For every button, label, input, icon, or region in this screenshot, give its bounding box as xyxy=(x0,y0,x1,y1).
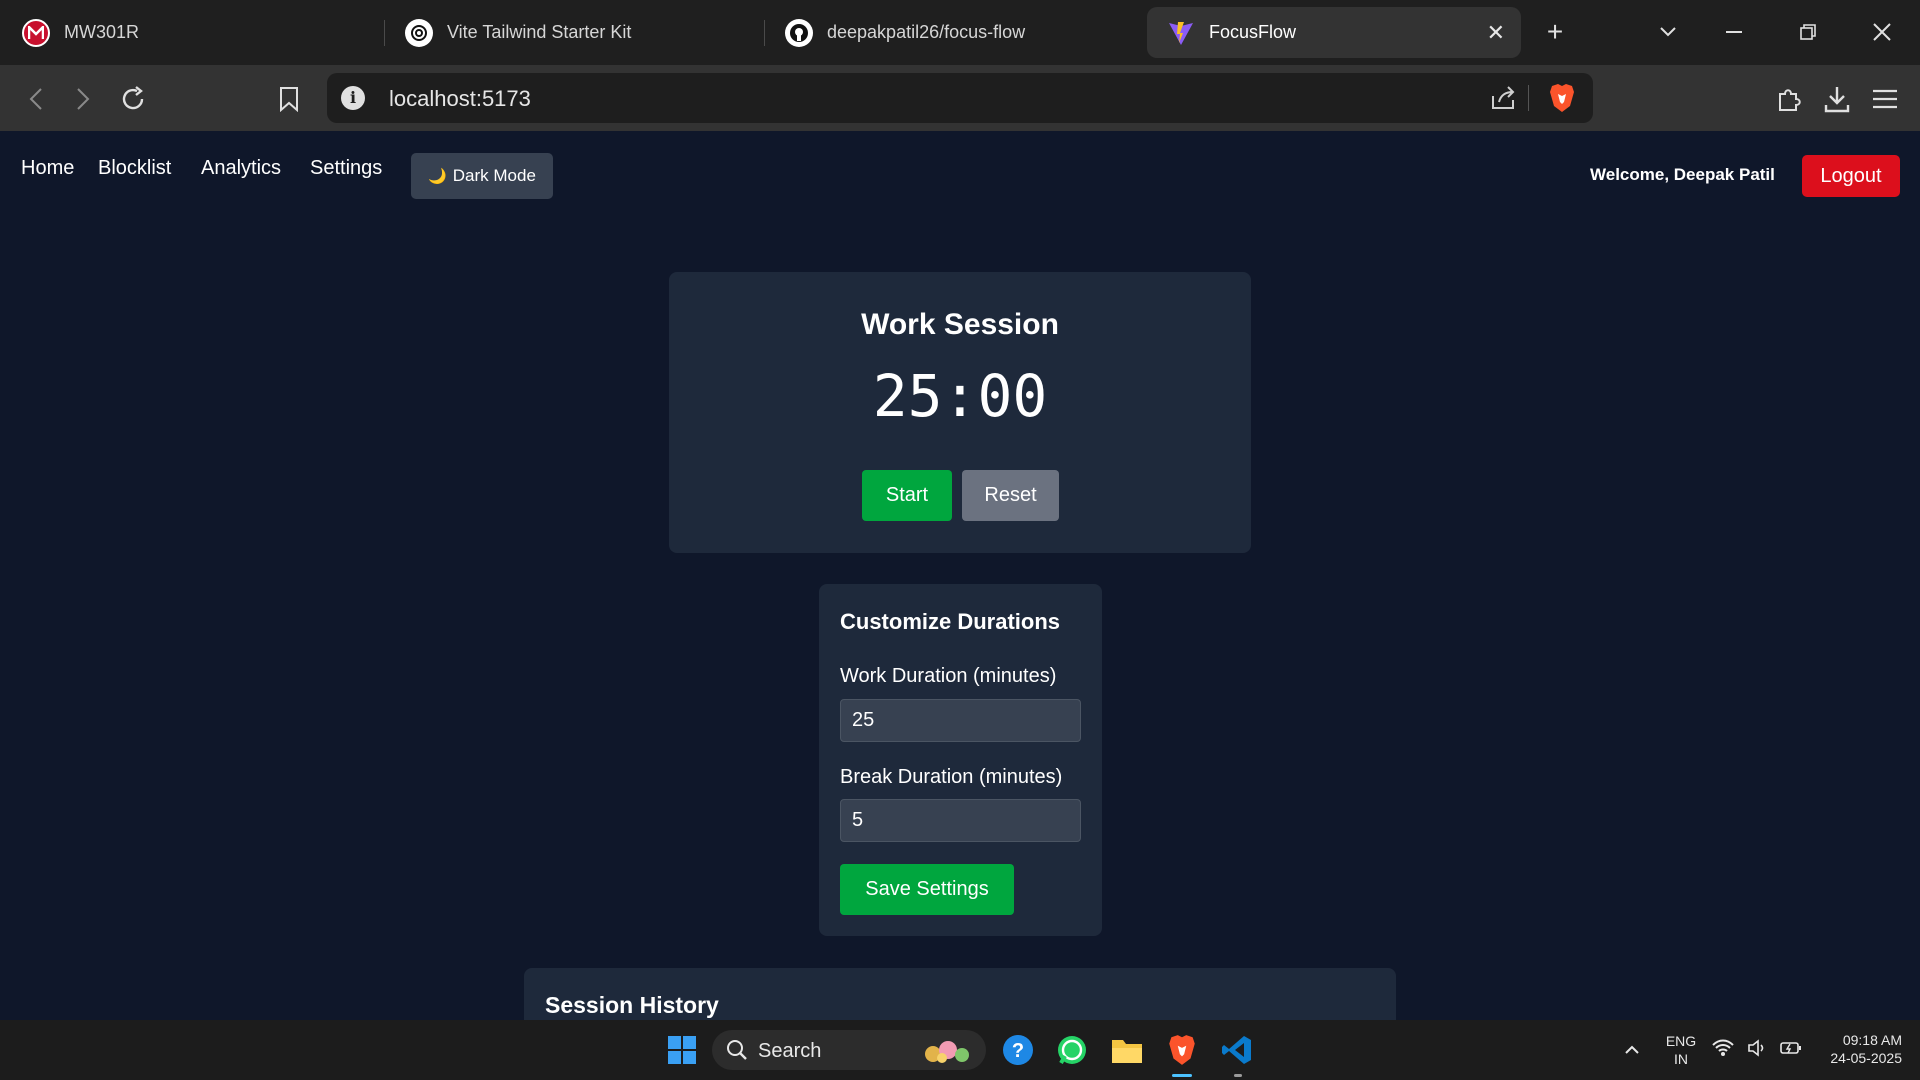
nav-analytics[interactable]: Analytics xyxy=(201,157,281,180)
moon-icon: 🌙 xyxy=(428,168,447,185)
svg-text:?: ? xyxy=(1012,1040,1024,1062)
divider xyxy=(1528,85,1529,111)
work-duration-label: Work Duration (minutes) xyxy=(840,665,1057,687)
nav-blocklist[interactable]: Blocklist xyxy=(98,157,171,180)
download-icon[interactable] xyxy=(1821,83,1853,115)
site-info-icon[interactable]: i xyxy=(341,86,365,110)
work-session-card: Work Session 25:00 Start Reset xyxy=(669,272,1251,553)
chevron-down-icon[interactable] xyxy=(1648,14,1688,50)
welcome-message: Welcome, Deepak Patil xyxy=(1590,165,1775,184)
close-tab-icon[interactable]: ✕ xyxy=(1487,20,1505,46)
region-code: IN xyxy=(1674,1051,1688,1067)
browser-tab-strip: MW301R Vite Tailwind Starter Kit deepakp… xyxy=(0,0,1920,65)
extensions-icon[interactable] xyxy=(1773,83,1805,115)
clock-date: 24-05-2025 xyxy=(1830,1050,1902,1066)
brave-browser-icon[interactable] xyxy=(1164,1032,1200,1068)
work-duration-input[interactable] xyxy=(840,699,1081,742)
whatsapp-icon[interactable] xyxy=(1054,1032,1090,1068)
clock-time: 09:18 AM xyxy=(1842,1032,1902,1048)
bookmark-icon[interactable] xyxy=(273,83,305,115)
close-window-icon[interactable] xyxy=(1862,14,1902,50)
brave-shields-icon[interactable] xyxy=(1548,82,1576,119)
tab-mw301r[interactable]: MW301R xyxy=(2,7,382,58)
tab-label: FocusFlow xyxy=(1209,22,1297,42)
durations-title: Customize Durations xyxy=(840,609,1061,634)
reload-icon[interactable] xyxy=(117,83,149,115)
running-app-indicator xyxy=(1234,1074,1242,1077)
app-navbar: Home Blocklist Analytics Settings 🌙 Dark… xyxy=(0,131,1920,221)
language-code: ENG xyxy=(1665,1033,1697,1049)
github-icon xyxy=(785,18,813,47)
vite-icon xyxy=(1167,19,1195,47)
start-button[interactable]: Start xyxy=(862,470,952,521)
active-app-indicator xyxy=(1172,1074,1192,1077)
tab-github-focus-flow[interactable]: deepakpatil26/focus-flow xyxy=(765,7,1145,58)
tab-vite-tailwind[interactable]: Vite Tailwind Starter Kit xyxy=(385,7,765,58)
break-duration-label: Break Duration (minutes) xyxy=(840,766,1063,788)
customize-durations-card: Customize Durations Work Duration (minut… xyxy=(819,584,1102,936)
tab-label: Vite Tailwind Starter Kit xyxy=(447,22,632,42)
windows-start-icon[interactable] xyxy=(664,1032,700,1068)
volume-icon xyxy=(1747,1038,1767,1062)
nav-settings[interactable]: Settings xyxy=(310,157,382,180)
os-taskbar: Search ? ENG IN 09:18 AM 24-05-2025 xyxy=(0,1020,1920,1080)
wifi-icon xyxy=(1712,1039,1734,1062)
search-highlight-icon xyxy=(918,1036,978,1071)
tab-label: MW301R xyxy=(64,22,140,42)
system-tray[interactable] xyxy=(1712,1032,1802,1068)
clock[interactable]: 09:18 AM 24-05-2025 xyxy=(1812,1031,1902,1067)
logout-button[interactable]: Logout xyxy=(1802,155,1900,197)
share-icon[interactable] xyxy=(1489,84,1517,117)
help-icon[interactable]: ? xyxy=(1000,1032,1036,1068)
menu-icon[interactable] xyxy=(1869,83,1901,115)
chatgpt-icon xyxy=(405,18,433,47)
chevron-up-icon[interactable] xyxy=(1614,1032,1650,1068)
reset-button[interactable]: Reset xyxy=(962,470,1059,521)
restore-icon[interactable] xyxy=(1788,14,1828,50)
battery-icon xyxy=(1780,1040,1802,1061)
mcafee-icon xyxy=(22,18,50,47)
minimize-icon[interactable] xyxy=(1714,14,1754,50)
tab-focusflow[interactable]: FocusFlow ✕ xyxy=(1147,7,1521,58)
address-bar[interactable]: i localhost:5173 xyxy=(327,73,1593,123)
break-duration-input[interactable] xyxy=(840,799,1081,842)
save-settings-button[interactable]: Save Settings xyxy=(840,864,1014,915)
session-history-title: Session History xyxy=(545,992,719,1018)
session-title: Work Session xyxy=(861,308,1059,341)
search-icon xyxy=(726,1039,748,1066)
browser-toolbar: i localhost:5173 xyxy=(0,65,1920,131)
forward-icon[interactable] xyxy=(67,83,99,115)
back-icon[interactable] xyxy=(20,83,52,115)
search-label: Search xyxy=(758,1040,822,1062)
new-tab-icon[interactable]: + xyxy=(1535,14,1575,50)
timer-display: 25:00 xyxy=(872,362,1048,430)
language-indicator[interactable]: ENG IN xyxy=(1660,1032,1702,1068)
tab-label: deepakpatil26/focus-flow xyxy=(827,22,1026,42)
dark-mode-label: Dark Mode xyxy=(452,166,536,185)
taskbar-search[interactable]: Search xyxy=(712,1030,986,1070)
file-explorer-icon[interactable] xyxy=(1109,1032,1145,1068)
url-text: localhost:5173 xyxy=(389,86,531,111)
dark-mode-toggle-button[interactable]: 🌙 Dark Mode xyxy=(411,153,553,199)
vscode-icon[interactable] xyxy=(1219,1032,1255,1068)
nav-home[interactable]: Home xyxy=(21,157,74,180)
